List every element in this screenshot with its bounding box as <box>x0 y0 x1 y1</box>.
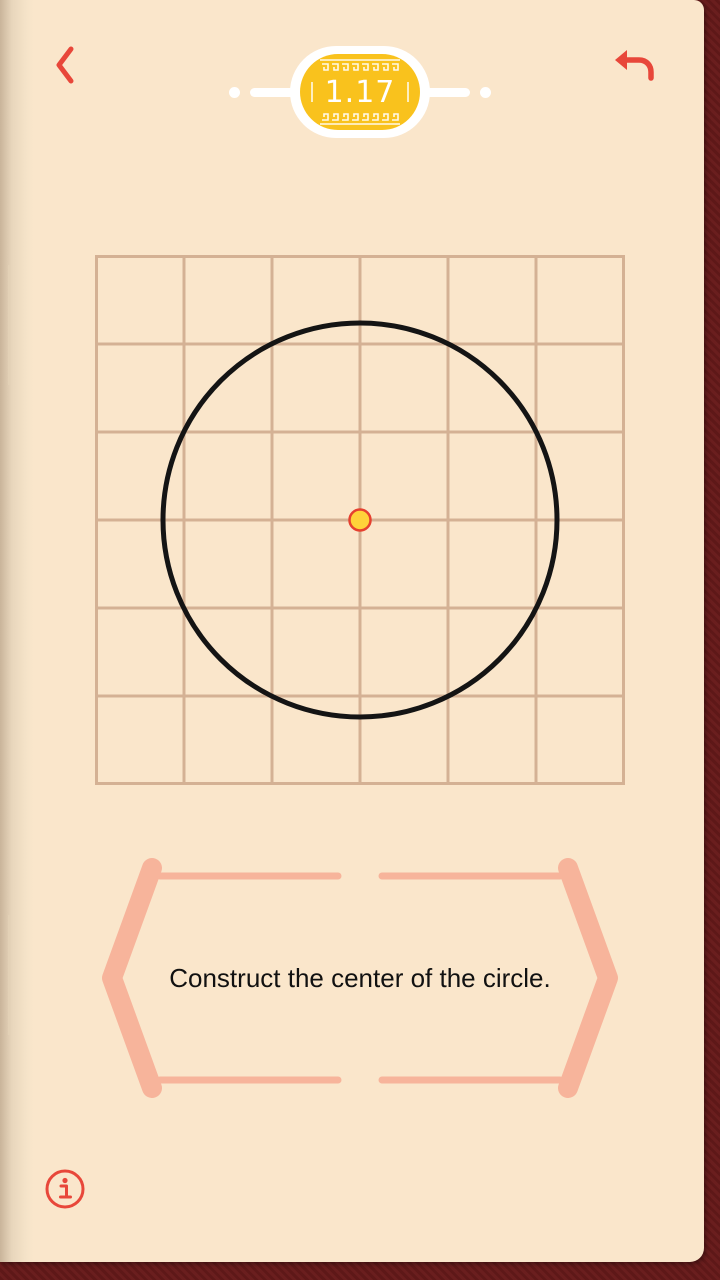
task-prompt: Construct the center of the circle. <box>100 856 620 1100</box>
info-button[interactable] <box>42 1166 88 1212</box>
spine-edge-line <box>8 265 10 385</box>
level-progress-dot <box>229 87 240 98</box>
task-text: Construct the center of the circle. <box>169 962 551 993</box>
level-indicator: 1.17 <box>228 46 492 138</box>
puzzle-board[interactable] <box>95 255 625 785</box>
level-progress-dot <box>480 87 491 98</box>
back-button[interactable] <box>42 40 88 90</box>
level-badge: 1.17 <box>290 46 430 138</box>
level-number: 1.17 <box>324 74 396 110</box>
chevron-left-icon <box>56 46 74 84</box>
page-spine-shadow <box>0 0 34 1262</box>
notebook-page: 1.17 Construct the center of the circle. <box>0 0 704 1262</box>
spine-edge-line <box>8 915 10 1035</box>
undo-button[interactable] <box>608 42 660 86</box>
undo-arrow-icon <box>615 50 654 81</box>
center-point[interactable] <box>348 508 372 532</box>
info-icon <box>45 1169 85 1209</box>
level-badge-inner: 1.17 <box>300 54 420 130</box>
